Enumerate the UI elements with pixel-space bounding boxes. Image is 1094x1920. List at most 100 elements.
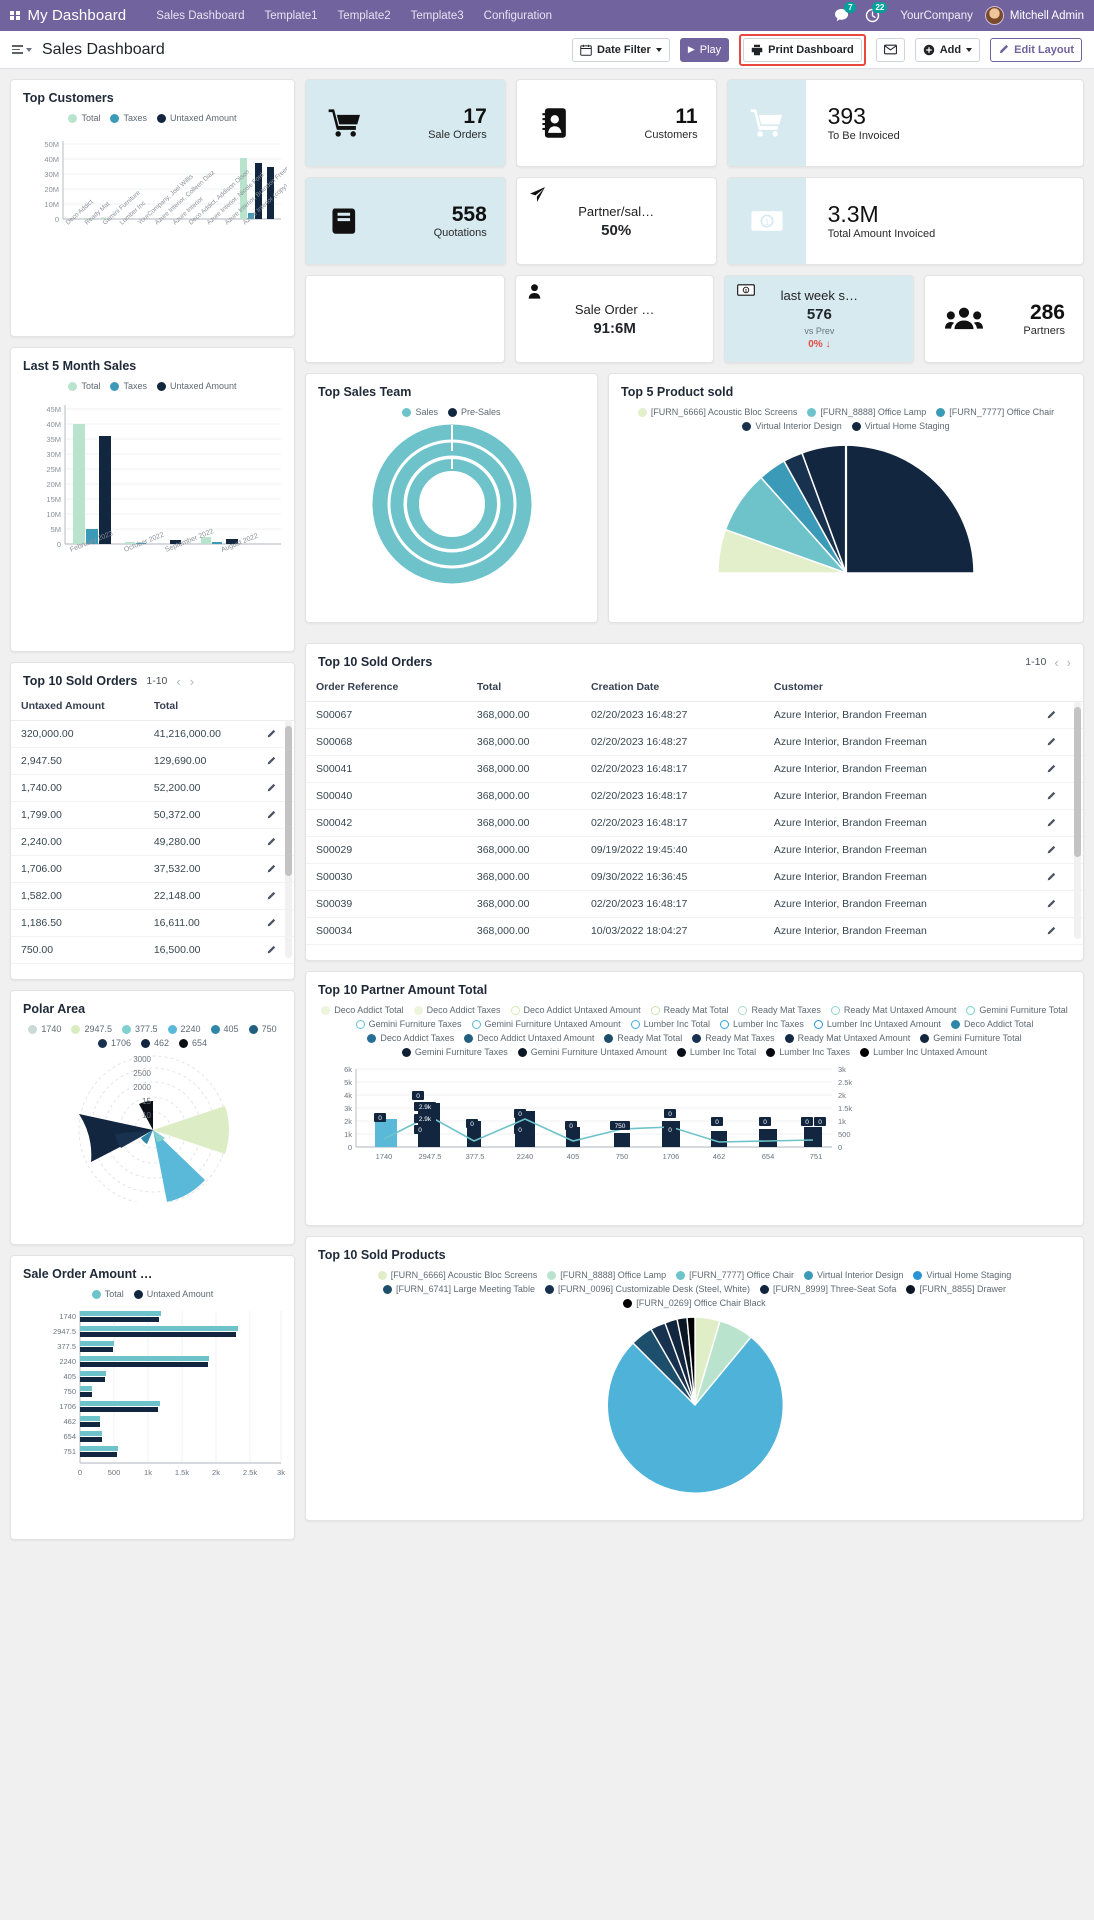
legend-item[interactable]: [FURN_6666] Acoustic Bloc Screens bbox=[377, 1270, 537, 1280]
pencil-icon[interactable] bbox=[266, 891, 284, 901]
pager-next-icon[interactable]: › bbox=[1067, 656, 1071, 669]
legend-item[interactable]: Gemini Furniture Untaxed Amount bbox=[517, 1047, 667, 1057]
brand-title[interactable]: My Dashboard bbox=[28, 7, 127, 24]
table-row[interactable]: S00067 368,000.00 02/20/2023 16:48:27 Azure… bbox=[306, 701, 1083, 729]
legend-item[interactable]: Untaxed Amount bbox=[156, 113, 237, 123]
legend-item[interactable]: Gemini Furniture Total bbox=[920, 1033, 1022, 1043]
legend-item[interactable]: [FURN_8855] Drawer bbox=[906, 1284, 1006, 1294]
nav-template2[interactable]: Template2 bbox=[328, 10, 401, 22]
table-row[interactable]: 320,000.00 41,216,000.00 bbox=[11, 720, 294, 748]
table-row[interactable]: S00030 368,000.00 09/30/2022 16:36:45 Azure… bbox=[306, 863, 1083, 891]
kpi-empty[interactable] bbox=[305, 275, 505, 363]
legend-item[interactable]: Ready Mat Total bbox=[604, 1033, 682, 1043]
legend-item[interactable]: Pre-Sales bbox=[448, 407, 501, 417]
chart-polar-area[interactable]: 3000 2500 2000 15 10 bbox=[11, 1050, 294, 1212]
legend-item[interactable]: 405 bbox=[210, 1024, 239, 1034]
legend-item[interactable]: Deco Addict Untaxed Amount bbox=[510, 1005, 641, 1015]
legend-item[interactable]: Total bbox=[68, 113, 100, 123]
table-row[interactable]: S00039 368,000.00 02/20/2023 16:48:17 Azure… bbox=[306, 890, 1083, 918]
legend-item[interactable]: [FURN_0269] Office Chair Black bbox=[623, 1298, 766, 1308]
table-scroll-right[interactable]: Order Reference Total Creation Date Cust… bbox=[306, 673, 1083, 945]
pencil-icon[interactable] bbox=[1046, 710, 1073, 720]
chart-top-sales-team[interactable] bbox=[306, 419, 597, 594]
legend-item[interactable]: Gemini Furniture Taxes bbox=[401, 1047, 508, 1057]
add-button[interactable]: Add bbox=[914, 37, 981, 62]
table-row[interactable]: S00034 368,000.00 10/03/2022 18:04:27 Azure… bbox=[306, 917, 1083, 945]
legend-item[interactable]: [FURN_6666] Acoustic Bloc Screens bbox=[637, 407, 797, 417]
kpi-to-be-invoiced[interactable]: 393 To Be Invoiced bbox=[726, 79, 1084, 167]
pencil-icon[interactable] bbox=[1046, 926, 1073, 936]
kpi-customers[interactable]: 11 Customers bbox=[515, 79, 717, 167]
table-row[interactable]: 1,186.50 16,611.00 bbox=[11, 909, 294, 937]
kpi-quotations[interactable]: 558 Quotations bbox=[305, 177, 506, 265]
pencil-icon[interactable] bbox=[266, 810, 284, 820]
view-switcher[interactable] bbox=[12, 45, 32, 54]
chart-top-10-sold-products[interactable] bbox=[306, 1310, 1083, 1495]
table-row[interactable]: S00040 368,000.00 02/20/2023 16:48:17 Azure… bbox=[306, 782, 1083, 810]
play-button[interactable]: ▶ Play bbox=[679, 37, 730, 62]
nav-template3[interactable]: Template3 bbox=[401, 10, 474, 22]
kpi-partner-sale-ratio[interactable]: Partner/sal… 50% bbox=[515, 177, 717, 265]
legend-item[interactable]: 377.5 bbox=[121, 1024, 158, 1034]
pencil-icon[interactable] bbox=[266, 945, 284, 955]
company-name[interactable]: YourCompany bbox=[900, 10, 972, 22]
legend-item[interactable]: 1740 bbox=[28, 1024, 61, 1034]
legend-item[interactable]: [FURN_0096] Customizable Desk (Steel, Wh… bbox=[544, 1284, 750, 1294]
table-row[interactable]: S00068 368,000.00 02/20/2023 16:48:27 Azure… bbox=[306, 728, 1083, 756]
grid-apps-icon[interactable] bbox=[10, 10, 20, 21]
legend-item[interactable]: 462 bbox=[140, 1038, 169, 1048]
table-row[interactable]: 2,240.00 49,280.00 bbox=[11, 828, 294, 856]
nav-template1[interactable]: Template1 bbox=[254, 10, 327, 22]
pager-next-icon[interactable]: › bbox=[190, 675, 194, 688]
legend-item[interactable]: Untaxed Amount bbox=[133, 1289, 213, 1299]
user-menu[interactable]: Mitchell Admin bbox=[984, 6, 1084, 25]
legend-item[interactable]: Gemini Furniture Total bbox=[966, 1005, 1068, 1015]
legend-item[interactable]: 750 bbox=[248, 1024, 277, 1034]
pencil-icon[interactable] bbox=[1046, 845, 1073, 855]
legend-item[interactable]: Virtual Interior Design bbox=[742, 421, 842, 431]
pencil-icon[interactable] bbox=[266, 729, 284, 739]
legend-item[interactable]: [FURN_6741] Large Meeting Table bbox=[383, 1284, 535, 1294]
pencil-icon[interactable] bbox=[266, 783, 284, 793]
table-row[interactable]: S00042 368,000.00 02/20/2023 16:48:17 Azure… bbox=[306, 809, 1083, 837]
pencil-icon[interactable] bbox=[1046, 791, 1073, 801]
table-row[interactable]: 1,740.00 52,200.00 bbox=[11, 774, 294, 802]
legend-item[interactable]: Lumber Inc Untaxed Amount bbox=[813, 1019, 941, 1029]
legend-item[interactable]: Total bbox=[91, 1289, 124, 1299]
pencil-icon[interactable] bbox=[266, 864, 284, 874]
scrollbar-thumb[interactable] bbox=[1074, 707, 1081, 857]
table-row[interactable]: 2,947.50 129,690.00 bbox=[11, 747, 294, 775]
legend-item[interactable]: Virtual Home Staging bbox=[851, 421, 950, 431]
messages-icon[interactable]: 7 bbox=[834, 2, 857, 23]
legend-item[interactable]: 2947.5 bbox=[71, 1024, 112, 1034]
table-row[interactable]: 1,582.00 22,148.00 bbox=[11, 882, 294, 910]
legend-item[interactable]: Ready Mat Taxes bbox=[738, 1005, 821, 1015]
activities-icon[interactable]: 22 bbox=[865, 2, 888, 23]
chart-last-5-month-sales[interactable]: 45M 40M 35M 30M 25M 20M 15M 10M 5M 0 Feb… bbox=[11, 393, 294, 620]
legend-item[interactable]: [FURN_8999] Three-Seat Sofa bbox=[760, 1284, 896, 1294]
table-row[interactable]: S00029 368,000.00 09/19/2022 19:45:40 Azure… bbox=[306, 836, 1083, 864]
legend-item[interactable]: 654 bbox=[179, 1038, 207, 1048]
legend-item[interactable]: Untaxed Amount bbox=[156, 381, 237, 391]
pencil-icon[interactable] bbox=[1046, 737, 1073, 747]
pencil-icon[interactable] bbox=[266, 918, 284, 928]
scrollbar-thumb[interactable] bbox=[285, 726, 292, 876]
nav-sales-dashboard[interactable]: Sales Dashboard bbox=[146, 10, 254, 22]
kpi-last-week-sales[interactable]: 0 last week s… 576 vs Prev 0% ↓ bbox=[724, 275, 915, 363]
legend-item[interactable]: Gemini Furniture Untaxed Amount bbox=[471, 1019, 621, 1029]
chart-partner-amount-total[interactable]: 6k 5k 4k 3k 2k 1k 0 3k 2.5k 2k 1.5k 1k 500 0 bbox=[306, 1059, 1083, 1176]
chart-sale-order-amount[interactable]: 1740 2947.5 377.5 2240 405 750 1706 462 654 751 bbox=[11, 1301, 294, 1503]
legend-item[interactable]: [FURN_7777] Office Chair bbox=[676, 1270, 794, 1280]
legend-item[interactable]: [FURN_8888] Office Lamp bbox=[807, 407, 926, 417]
nav-configuration[interactable]: Configuration bbox=[474, 10, 562, 22]
table-row[interactable]: S00041 368,000.00 02/20/2023 16:48:17 Azure… bbox=[306, 755, 1083, 783]
legend-item[interactable]: Deco Addict Untaxed Amount bbox=[464, 1033, 594, 1043]
legend-item[interactable]: Lumber Inc Taxes bbox=[719, 1019, 804, 1029]
pencil-icon[interactable] bbox=[1046, 899, 1073, 909]
pager-prev-icon[interactable]: ‹ bbox=[1054, 656, 1058, 669]
kpi-sale-order-amount[interactable]: Sale Order … 91:6M bbox=[514, 275, 715, 363]
pencil-icon[interactable] bbox=[266, 756, 284, 766]
email-button[interactable] bbox=[875, 37, 905, 62]
legend-item[interactable]: Gemini Furniture Taxes bbox=[355, 1019, 462, 1029]
legend-item[interactable]: Deco Addict Taxes bbox=[413, 1005, 501, 1015]
